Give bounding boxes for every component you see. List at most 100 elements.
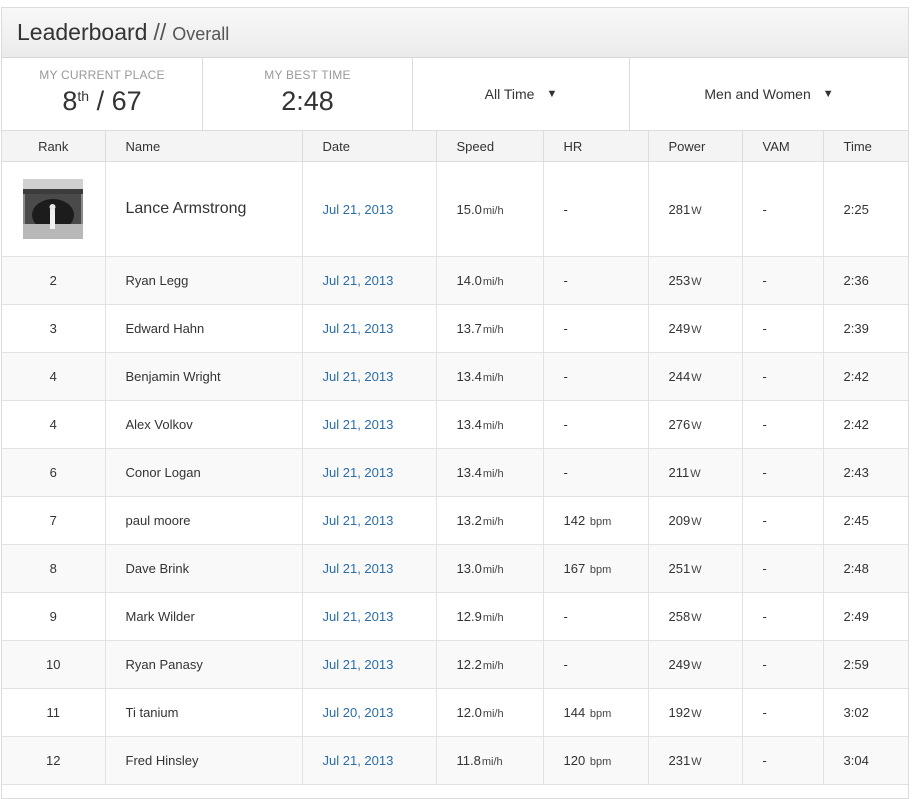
hr-value: - xyxy=(563,657,568,672)
power-unit: W xyxy=(691,612,702,624)
vam-cell: - xyxy=(742,592,824,641)
speed-cell: 15.0mi/h xyxy=(436,161,544,257)
date-link[interactable]: Jul 21, 2013 xyxy=(323,561,394,576)
speed-unit: mi/h xyxy=(482,204,504,217)
date-cell: Jul 21, 2013 xyxy=(302,592,437,641)
rider-name[interactable]: Alex Volkov xyxy=(105,400,303,449)
hr-value: - xyxy=(563,369,568,384)
hr-cell: 120 bpm xyxy=(543,736,649,785)
rank-cell: 10 xyxy=(2,640,106,689)
date-cell: Jul 21, 2013 xyxy=(302,400,437,449)
rank-cell: 12 xyxy=(2,736,106,785)
hr-cell: - xyxy=(543,256,649,305)
rider-name[interactable]: Ryan Legg xyxy=(105,256,303,305)
rider-name[interactable]: Lance Armstrong xyxy=(105,161,303,257)
date-cell: Jul 21, 2013 xyxy=(302,544,437,593)
vam-cell: - xyxy=(742,400,824,449)
date-link[interactable]: Jul 21, 2013 xyxy=(323,465,394,480)
time-cell: 2:42 xyxy=(823,400,908,449)
date-link[interactable]: Jul 21, 2013 xyxy=(323,609,394,624)
rider-name[interactable]: Ryan Panasy xyxy=(105,640,303,689)
hr-cell: - xyxy=(543,448,649,497)
date-link[interactable]: Jul 21, 2013 xyxy=(323,657,394,672)
speed-value: 12.9 xyxy=(456,609,482,624)
column-header-time[interactable]: Time xyxy=(823,131,908,162)
date-link[interactable]: Jul 21, 2013 xyxy=(323,369,394,384)
rank-cell xyxy=(2,161,106,257)
date-link[interactable]: Jul 21, 2013 xyxy=(323,321,394,336)
hr-unit: bpm xyxy=(589,708,612,720)
speed-value: 13.0 xyxy=(456,561,482,576)
caret-down-icon: ▼ xyxy=(822,88,834,100)
rider-name[interactable]: Benjamin Wright xyxy=(105,352,303,401)
date-link[interactable]: Jul 21, 2013 xyxy=(323,417,394,432)
table-row[interactable]: 7 paul moore Jul 21, 2013 13.2mi/h 142 bpm 20… xyxy=(2,496,908,545)
vam-cell: - xyxy=(742,688,824,737)
avatar[interactable] xyxy=(23,179,84,239)
date-cell: Jul 21, 2013 xyxy=(302,352,437,401)
power-value: 249 xyxy=(668,321,691,336)
vam-cell: - xyxy=(742,496,824,545)
current-place-value: 8th / 67 xyxy=(2,86,202,117)
speed-value: 13.4 xyxy=(456,417,482,432)
power-unit: W xyxy=(691,660,702,672)
table-row[interactable]: 4 Alex Volkov Jul 21, 2013 13.4mi/h - 276W -2… xyxy=(2,400,908,449)
gender-dropdown[interactable]: Men and Women ▼ xyxy=(630,58,908,130)
hr-cell: - xyxy=(543,352,649,401)
speed-cell: 13.2mi/h xyxy=(436,496,544,545)
rider-name[interactable]: Fred Hinsley xyxy=(105,736,303,785)
column-header-name[interactable]: Name xyxy=(105,131,303,162)
speed-unit: mi/h xyxy=(482,564,504,576)
hr-value: - xyxy=(563,465,568,480)
table-row[interactable]: 12 Fred Hinsley Jul 21, 2013 11.8mi/h 120 bp… xyxy=(2,736,908,785)
power-value: 251 xyxy=(668,561,691,576)
rank-cell: 6 xyxy=(2,448,106,497)
hr-cell: 167 bpm xyxy=(543,544,649,593)
date-cell: Jul 21, 2013 xyxy=(302,640,437,689)
table-row[interactable]: 10 Ryan Panasy Jul 21, 2013 12.2mi/h - 249W -… xyxy=(2,640,908,689)
rank-cell: 3 xyxy=(2,304,106,353)
table-row[interactable]: 11 Ti tanium Jul 20, 2013 12.0mi/h 144 bpm 19… xyxy=(2,688,908,737)
date-link[interactable]: Jul 21, 2013 xyxy=(323,273,394,288)
table-row[interactable]: 8 Dave Brink Jul 21, 2013 13.0mi/h 167 bpm 25… xyxy=(2,544,908,593)
column-header-speed[interactable]: Speed xyxy=(436,131,544,162)
column-header-vam[interactable]: VAM xyxy=(742,131,824,162)
rider-name[interactable]: Conor Logan xyxy=(105,448,303,497)
column-header-power[interactable]: Power xyxy=(648,131,743,162)
gender-dropdown-label: Men and Women xyxy=(704,86,811,102)
time-cell: 3:04 xyxy=(823,736,908,785)
date-cell: Jul 21, 2013 xyxy=(302,256,437,305)
rider-name[interactable]: paul moore xyxy=(105,496,303,545)
table-body: Lance Armstrong Jul 21, 2013 15.0mi/h - … xyxy=(2,161,908,785)
table-row[interactable]: Lance Armstrong Jul 21, 2013 15.0mi/h - … xyxy=(2,161,908,257)
date-cell: Jul 21, 2013 xyxy=(302,736,437,785)
date-link[interactable]: Jul 20, 2013 xyxy=(323,705,394,720)
power-value: 258 xyxy=(668,609,691,624)
column-header-rank[interactable]: Rank xyxy=(2,131,106,162)
table-row[interactable]: 6 Conor Logan Jul 21, 2013 13.4mi/h - 211W -2… xyxy=(2,448,908,497)
column-header-hr[interactable]: HR xyxy=(543,131,649,162)
speed-cell: 13.4mi/h xyxy=(436,400,544,449)
date-link[interactable]: Jul 21, 2013 xyxy=(323,513,394,528)
column-header-date[interactable]: Date xyxy=(302,131,437,162)
place-suffix: th xyxy=(77,88,90,104)
date-link[interactable]: Jul 21, 2013 xyxy=(323,202,394,217)
speed-cell: 12.9mi/h xyxy=(436,592,544,641)
vam-cell: - xyxy=(742,352,824,401)
period-dropdown[interactable]: All Time ▼ xyxy=(413,58,630,130)
rider-name[interactable]: Edward Hahn xyxy=(105,304,303,353)
rider-name[interactable]: Mark Wilder xyxy=(105,592,303,641)
rider-name[interactable]: Dave Brink xyxy=(105,544,303,593)
power-unit: W xyxy=(691,420,702,432)
speed-unit: mi/h xyxy=(482,516,504,528)
date-link[interactable]: Jul 21, 2013 xyxy=(323,753,394,768)
speed-unit: mi/h xyxy=(482,372,504,384)
table-row[interactable]: 3 Edward Hahn Jul 21, 2013 13.7mi/h - 249W -2… xyxy=(2,304,908,353)
best-time-stat: MY BEST TIME 2:48 xyxy=(203,58,413,130)
caret-down-icon: ▼ xyxy=(546,88,558,100)
rider-name[interactable]: Ti tanium xyxy=(105,688,303,737)
table-row[interactable]: 4 Benjamin Wright Jul 21, 2013 13.4mi/h - 24… xyxy=(2,352,908,401)
speed-cell: 13.7mi/h xyxy=(436,304,544,353)
table-row[interactable]: 9 Mark Wilder Jul 21, 2013 12.9mi/h - 258W -2… xyxy=(2,592,908,641)
table-row[interactable]: 2 Ryan Legg Jul 21, 2013 14.0mi/h - 253W -2:3… xyxy=(2,256,908,305)
